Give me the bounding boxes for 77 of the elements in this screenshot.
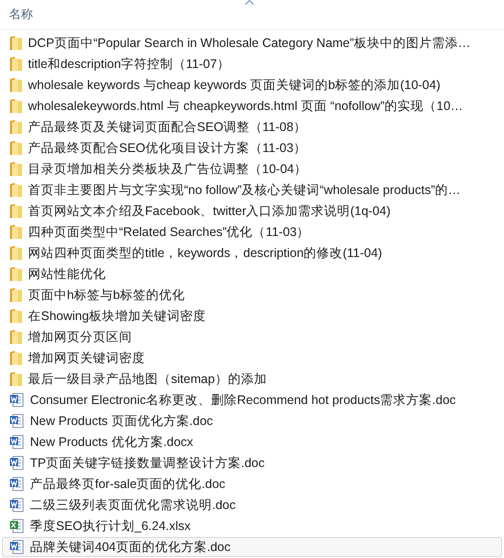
word-document-icon — [9, 476, 25, 492]
file-name: wholesalekeywords.html 与 cheapkeywords.html 页面 “nofollow”的实现（10… — [28, 98, 463, 114]
folder-icon — [9, 98, 23, 114]
file-row[interactable]: 产品最终页for-sale页面的优化.doc — [2, 474, 502, 494]
folder-icon — [9, 56, 23, 72]
file-row[interactable]: Consumer Electronic名称更改、删除Recommend hot products需求方案.doc — [2, 390, 502, 410]
folder-icon — [9, 224, 23, 240]
file-row[interactable]: 四种页面类型中“Related Searches”优化（11-03） — [2, 222, 502, 242]
file-name: 最后一级目录产品地图（sitemap）的添加 — [28, 371, 267, 387]
file-name: 目录页增加相关分类板块及广告位调整（10-04） — [28, 161, 307, 177]
file-name: 产品最终页for-sale页面的优化.doc — [30, 476, 226, 492]
file-row[interactable]: New Products 页面优化方案.doc — [2, 411, 502, 431]
file-row[interactable]: 产品最终页及关键词页面配合SEO调整（11-08） — [2, 117, 502, 137]
word-document-icon — [9, 392, 25, 408]
file-name: 在Showing板块增加关键词密度 — [28, 308, 206, 324]
file-name: New Products 优化方案.docx — [30, 434, 194, 450]
file-name: 增加网页分页区间 — [28, 329, 132, 345]
file-name: 品牌关键词404页面的优化方案.doc — [30, 539, 230, 555]
file-row[interactable]: 品牌关键词404页面的优化方案.doc — [2, 537, 502, 557]
folder-icon — [9, 350, 23, 366]
file-name: 二级三级列表页面优化需求说明.doc — [30, 497, 236, 513]
file-name: wholesale keywords 与cheap keywords 页面关键词的b标签的添加(10-04) — [28, 77, 440, 93]
file-name: DCP页面中“Popular Search in Wholesale Category Name”板块中的图片需添… — [28, 35, 470, 51]
file-name: 增加网页关键词密度 — [28, 350, 145, 366]
file-row[interactable]: 增加网页关键词密度 — [2, 348, 502, 368]
folder-icon — [9, 287, 23, 303]
file-row[interactable]: title和description字符控制（11-07） — [2, 54, 502, 74]
file-row[interactable]: 目录页增加相关分类板块及广告位调整（10-04） — [2, 159, 502, 179]
file-name: title和description字符控制（11-07） — [28, 56, 230, 72]
file-row[interactable]: 产品最终页配合SEO优化项目设计方案（11-03） — [2, 138, 502, 158]
folder-icon — [9, 371, 23, 387]
file-name: Consumer Electronic名称更改、删除Recommend hot products需求方案.doc — [30, 392, 456, 408]
file-row[interactable]: DCP页面中“Popular Search in Wholesale Category Name”板块中的图片需添… — [2, 33, 502, 53]
folder-icon — [9, 308, 23, 324]
file-row[interactable]: 在Showing板块增加关键词密度 — [2, 306, 502, 326]
file-row[interactable]: 季度SEO执行计划_6.24.xlsx — [2, 516, 502, 536]
word-document-icon — [9, 539, 25, 555]
file-name: 页面中h标签与b标签的优化 — [28, 287, 185, 303]
folder-icon — [9, 35, 23, 51]
spreadsheet-icon — [9, 518, 25, 534]
file-row[interactable]: 网站四种页面类型的title，keywords，description的修改(11-04) — [2, 243, 502, 263]
folder-icon — [9, 329, 23, 345]
column-header-label: 名称 — [9, 6, 33, 23]
file-name: 四种页面类型中“Related Searches”优化（11-03） — [28, 224, 310, 240]
file-row[interactable]: 增加网页分页区间 — [2, 327, 502, 347]
file-row[interactable]: 首页非主要图片与文字实现“no follow”及核心关键词“wholesale products”的… — [2, 180, 502, 200]
file-row[interactable]: 最后一级目录产品地图（sitemap）的添加 — [2, 369, 502, 389]
file-row[interactable]: wholesale keywords 与cheap keywords 页面关键词的b标签的添加(10-04) — [2, 75, 502, 95]
file-row[interactable]: 页面中h标签与b标签的优化 — [2, 285, 502, 305]
word-document-icon — [9, 455, 25, 471]
word-document-icon — [9, 434, 25, 450]
file-name: 产品最终页及关键词页面配合SEO调整（11-08） — [28, 119, 306, 135]
folder-icon — [9, 203, 23, 219]
file-row[interactable]: New Products 优化方案.docx — [2, 432, 502, 452]
folder-icon — [9, 182, 23, 198]
file-name: 产品最终页配合SEO优化项目设计方案（11-03） — [28, 140, 306, 156]
folder-icon — [9, 266, 23, 282]
file-name: 季度SEO执行计划_6.24.xlsx — [30, 518, 191, 534]
word-document-icon — [9, 497, 25, 513]
folder-icon — [9, 119, 23, 135]
file-name: 首页网站文本介绍及Facebook、twitter入口添加需求说明(1q-04) — [28, 203, 391, 219]
folder-icon — [9, 161, 23, 177]
folder-icon — [9, 140, 23, 156]
file-name: 网站性能优化 — [28, 266, 106, 282]
file-name: New Products 页面优化方案.doc — [30, 413, 213, 429]
file-name: 网站四种页面类型的title，keywords，description的修改(11-04) — [28, 245, 382, 261]
folder-icon — [9, 77, 23, 93]
file-name: TP页面关键字链接数量调整设计方案.doc — [30, 455, 265, 471]
column-header[interactable]: 名称 — [0, 0, 504, 30]
file-row[interactable]: 首页网站文本介绍及Facebook、twitter入口添加需求说明(1q-04) — [2, 201, 502, 221]
word-document-icon — [9, 413, 25, 429]
file-row[interactable]: TP页面关键字链接数量调整设计方案.doc — [2, 453, 502, 473]
file-row[interactable]: 网站性能优化 — [2, 264, 502, 284]
folder-icon — [9, 245, 23, 261]
file-row[interactable]: 二级三级列表页面优化需求说明.doc — [2, 495, 502, 515]
file-row[interactable]: wholesalekeywords.html 与 cheapkeywords.html 页面 “nofollow”的实现（10… — [2, 96, 502, 116]
file-name: 首页非主要图片与文字实现“no follow”及核心关键词“wholesale products”的… — [28, 182, 460, 198]
